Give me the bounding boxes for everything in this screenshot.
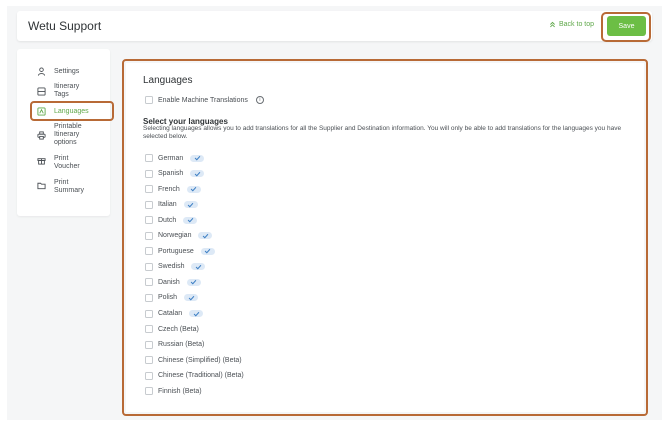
language-checkbox[interactable] bbox=[145, 340, 153, 349]
language-option[interactable]: French bbox=[145, 184, 201, 194]
language-checkbox[interactable] bbox=[145, 231, 153, 240]
language-label: Catalan bbox=[158, 310, 183, 317]
language-label: Spanish bbox=[158, 170, 184, 178]
language-option[interactable]: Italian bbox=[145, 200, 198, 210]
machine-translations-label: Enable Machine Translations bbox=[158, 96, 248, 104]
check-icon bbox=[186, 185, 201, 193]
language-option[interactable]: Polish bbox=[145, 293, 199, 303]
language-option[interactable]: Swedish bbox=[145, 262, 206, 272]
language-option[interactable]: Spanish bbox=[145, 169, 205, 179]
check-icon bbox=[191, 263, 206, 271]
language-checkbox[interactable] bbox=[145, 309, 153, 318]
sidebar-item-label: Print Voucher bbox=[54, 155, 80, 170]
language-option[interactable]: Chinese (Traditional) (Beta) bbox=[145, 371, 244, 381]
user-icon bbox=[37, 67, 46, 76]
check-icon bbox=[190, 170, 205, 178]
language-label: Danish bbox=[158, 278, 180, 286]
language-checkbox[interactable] bbox=[145, 185, 153, 194]
language-checkbox[interactable] bbox=[145, 169, 153, 178]
languages-highlight-box bbox=[30, 101, 114, 121]
language-label: French bbox=[158, 185, 180, 193]
language-option[interactable]: Catalan bbox=[145, 309, 204, 319]
language-option[interactable]: Dutch bbox=[145, 215, 198, 225]
language-option[interactable]: Chinese (Simplified) (Beta) bbox=[145, 355, 242, 365]
language-checkbox[interactable] bbox=[145, 278, 153, 287]
language-checkbox[interactable] bbox=[145, 200, 153, 209]
double-chevron-up-icon bbox=[550, 21, 555, 28]
language-label: Swedish bbox=[158, 263, 185, 271]
languages-panel: Languages Enable Machine Translations i … bbox=[126, 63, 644, 412]
language-label: Dutch bbox=[158, 216, 177, 224]
app-title: Wetu Support bbox=[28, 19, 102, 33]
machine-translations-checkbox[interactable] bbox=[145, 96, 153, 104]
language-label: Italian bbox=[158, 201, 177, 209]
gift-icon bbox=[37, 158, 46, 165]
language-checkbox[interactable] bbox=[145, 387, 153, 396]
language-option[interactable]: Portuguese bbox=[145, 246, 215, 256]
sidebar-item-label: Itinerary Tags bbox=[54, 83, 80, 98]
check-icon bbox=[189, 310, 204, 317]
language-option[interactable]: Russian (Beta) bbox=[145, 340, 204, 350]
language-label: German bbox=[158, 154, 184, 162]
language-label: Portuguese bbox=[158, 247, 194, 255]
language-label: Chinese (Traditional) (Beta) bbox=[158, 372, 244, 380]
language-checkbox[interactable] bbox=[145, 325, 153, 334]
language-checkbox[interactable] bbox=[145, 154, 153, 162]
top-bar: Wetu Support Back to top bbox=[17, 11, 652, 41]
back-to-top-link[interactable]: Back to top bbox=[549, 21, 594, 28]
folder-icon bbox=[37, 182, 46, 190]
check-icon bbox=[186, 278, 201, 286]
language-checkbox[interactable] bbox=[145, 371, 153, 380]
check-icon bbox=[198, 232, 213, 240]
language-label: Norwegian bbox=[158, 232, 192, 240]
language-checkbox[interactable] bbox=[145, 262, 153, 271]
sidebar-item-label: Printable Itinerary options bbox=[54, 123, 82, 146]
language-checkbox[interactable] bbox=[145, 356, 153, 365]
language-label: Polish bbox=[158, 294, 178, 302]
language-option[interactable]: German bbox=[145, 153, 205, 163]
check-icon bbox=[183, 216, 198, 224]
back-to-top-label: Back to top bbox=[559, 21, 595, 28]
language-label: Chinese (Simplified) (Beta) bbox=[158, 356, 242, 364]
sidebar-item-label: Print Summary bbox=[54, 179, 84, 194]
save-button[interactable]: Save bbox=[607, 16, 646, 36]
page-title: Languages bbox=[143, 75, 193, 86]
check-icon bbox=[183, 201, 198, 209]
language-option[interactable]: Norwegian bbox=[145, 231, 213, 241]
language-checkbox[interactable] bbox=[145, 247, 153, 256]
select-languages-description: Selecting languages allows you to add tr… bbox=[143, 125, 622, 140]
language-label: Finnish (Beta) bbox=[158, 387, 202, 395]
machine-translations-toggle[interactable]: Enable Machine Translations i bbox=[145, 96, 264, 104]
language-label: Czech (Beta) bbox=[158, 325, 199, 333]
sidebar: Settings Itinerary Tags Languages Printa… bbox=[17, 49, 110, 216]
sidebar-item-label: Settings bbox=[54, 68, 80, 75]
check-icon bbox=[190, 154, 205, 162]
language-option[interactable]: Czech (Beta) bbox=[145, 324, 199, 334]
check-icon bbox=[200, 247, 215, 255]
language-checkbox[interactable] bbox=[145, 216, 153, 225]
printer-icon bbox=[37, 131, 46, 140]
language-option[interactable]: Finnish (Beta) bbox=[145, 386, 202, 396]
language-option[interactable]: Danish bbox=[145, 277, 201, 287]
tag-icon bbox=[37, 87, 46, 96]
info-icon[interactable]: i bbox=[255, 96, 264, 104]
language-label: Russian (Beta) bbox=[158, 341, 205, 349]
check-icon bbox=[184, 294, 199, 302]
language-checkbox[interactable] bbox=[145, 293, 153, 302]
